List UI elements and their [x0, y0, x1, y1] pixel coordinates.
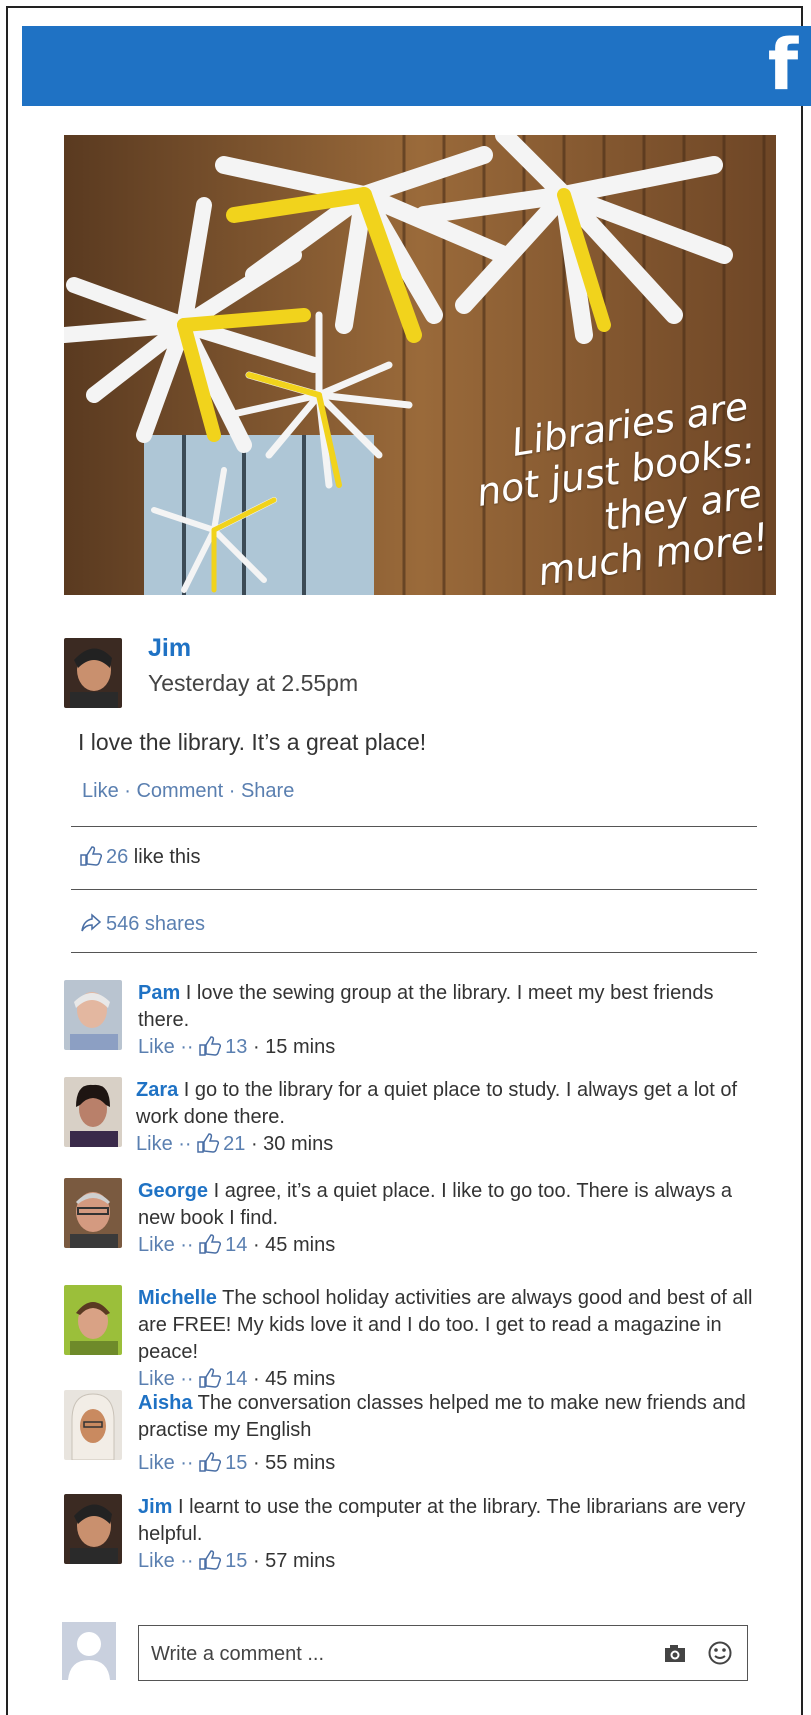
comment-like-link[interactable]: Like [138, 1550, 175, 1572]
separator: ·· [174, 1368, 200, 1390]
comment-like-link[interactable]: Like [138, 1234, 175, 1256]
commenter-avatar[interactable] [64, 980, 122, 1050]
comment-time: · 55 mins [247, 1452, 336, 1474]
post-share-link[interactable]: Share [241, 780, 294, 802]
thumbs-up-icon [80, 846, 102, 866]
separator: · [223, 780, 241, 802]
comment-like-count[interactable]: 14 [225, 1368, 247, 1390]
comment-like-count[interactable]: 15 [225, 1550, 247, 1572]
comment-like-link[interactable]: Like [138, 1452, 175, 1474]
likes-suffix: like this [128, 846, 201, 868]
comment-meta: Like ·· 14 · 45 mins [138, 1232, 758, 1259]
comment-text: I agree, it’s a quiet place. I like to g… [138, 1180, 733, 1229]
comment-like-link[interactable]: Like [138, 1368, 175, 1390]
comment-time: · 15 mins [247, 1036, 336, 1058]
thumbs-up-icon [197, 1133, 220, 1153]
comment-composer [138, 1625, 748, 1681]
post-comment-link[interactable]: Comment [136, 780, 223, 802]
separator: ·· [174, 1550, 200, 1572]
comment-text: The school holiday activities are always… [138, 1287, 753, 1363]
comment-text: I go to the library for a quiet place to… [136, 1079, 738, 1128]
comment-input[interactable] [149, 1636, 633, 1672]
comment-body: George I agree, it’s a quiet place. I li… [138, 1178, 758, 1259]
likes-count[interactable]: 26 [106, 846, 128, 868]
commenter-name[interactable]: Zara [136, 1079, 178, 1101]
separator: ·· [174, 1452, 200, 1474]
shares-summary[interactable]: 546 shares [80, 913, 205, 936]
comment-text: I learnt to use the computer at the libr… [138, 1496, 746, 1545]
commenter-name[interactable]: Michelle [138, 1287, 217, 1309]
post-author-avatar[interactable] [64, 638, 122, 708]
commenter-avatar[interactable] [64, 1178, 122, 1248]
facebook-logo-icon[interactable]: f [755, 30, 811, 100]
share-icon [81, 913, 102, 932]
commenter-avatar[interactable] [64, 1390, 122, 1460]
commenter-name[interactable]: Pam [138, 982, 180, 1004]
comment-body: Aisha The conversation classes helped me… [138, 1390, 758, 1477]
comment-body: Pam I love the sewing group at the libra… [138, 980, 758, 1061]
divider [71, 889, 757, 890]
shares-count[interactable]: 546 shares [106, 913, 205, 935]
commenter-name[interactable]: George [138, 1180, 208, 1202]
divider [71, 826, 757, 827]
facebook-header: f [22, 26, 811, 106]
comment-meta: Like ·· 15 · 57 mins [138, 1548, 758, 1575]
separator: ·· [172, 1133, 198, 1155]
comment-like-count[interactable]: 14 [225, 1234, 247, 1256]
comment-meta: Like ·· 15 · 55 mins [138, 1450, 758, 1477]
comment-text: The conversation classes helped me to ma… [138, 1392, 746, 1441]
divider [71, 952, 757, 953]
comment-body: Jim I learnt to use the computer at the … [138, 1494, 758, 1575]
camera-icon[interactable] [663, 1644, 687, 1664]
commenter-avatar[interactable] [64, 1494, 122, 1564]
banner-image: Libraries are not just books: they are m… [64, 135, 776, 595]
comment-body: Zara I go to the library for a quiet pla… [136, 1077, 756, 1158]
commenter-avatar[interactable] [64, 1077, 122, 1147]
smiley-icon[interactable] [707, 1640, 733, 1666]
post-timestamp[interactable]: Yesterday at 2.55pm [148, 670, 358, 697]
separator: ·· [174, 1036, 200, 1058]
separator: ·· [174, 1234, 200, 1256]
commenter-avatar[interactable] [64, 1285, 122, 1355]
comment-meta: Like ·· 14 · 45 mins [138, 1366, 758, 1393]
thumbs-up-icon [199, 1234, 222, 1254]
post-text: I love the library. It’s a great place! [78, 729, 427, 755]
comment-like-count[interactable]: 15 [225, 1452, 247, 1474]
comment-meta: Like ·· 13 · 15 mins [138, 1034, 758, 1061]
post-actions: Like · Comment · Share [82, 780, 294, 803]
commenter-name[interactable]: Jim [138, 1496, 172, 1518]
thumbs-up-icon [199, 1036, 222, 1056]
commenter-name[interactable]: Aisha [138, 1392, 192, 1414]
comment-time: · 45 mins [247, 1234, 336, 1256]
post-like-link[interactable]: Like [82, 780, 119, 802]
comment-time: · 45 mins [247, 1368, 336, 1390]
comment-meta: Like ·· 21 · 30 mins [136, 1131, 756, 1158]
thumbs-up-icon [199, 1550, 222, 1570]
comment-like-count[interactable]: 21 [223, 1133, 245, 1155]
separator: · [118, 780, 137, 802]
comment-text: I love the sewing group at the library. … [138, 982, 714, 1031]
comment-like-link[interactable]: Like [136, 1133, 173, 1155]
post-author-name[interactable]: Jim [148, 634, 191, 663]
likes-summary: 26 like this [80, 846, 201, 869]
comment-like-link[interactable]: Like [138, 1036, 175, 1058]
comment-time: · 57 mins [247, 1550, 336, 1572]
current-user-avatar [62, 1622, 116, 1680]
comment-time: · 30 mins [245, 1133, 334, 1155]
thumbs-up-icon [199, 1452, 222, 1472]
default-avatar-icon [62, 1622, 116, 1680]
comment-like-count[interactable]: 13 [225, 1036, 247, 1058]
thumbs-up-icon [199, 1368, 222, 1388]
comment-body: Michelle The school holiday activities a… [138, 1285, 758, 1393]
